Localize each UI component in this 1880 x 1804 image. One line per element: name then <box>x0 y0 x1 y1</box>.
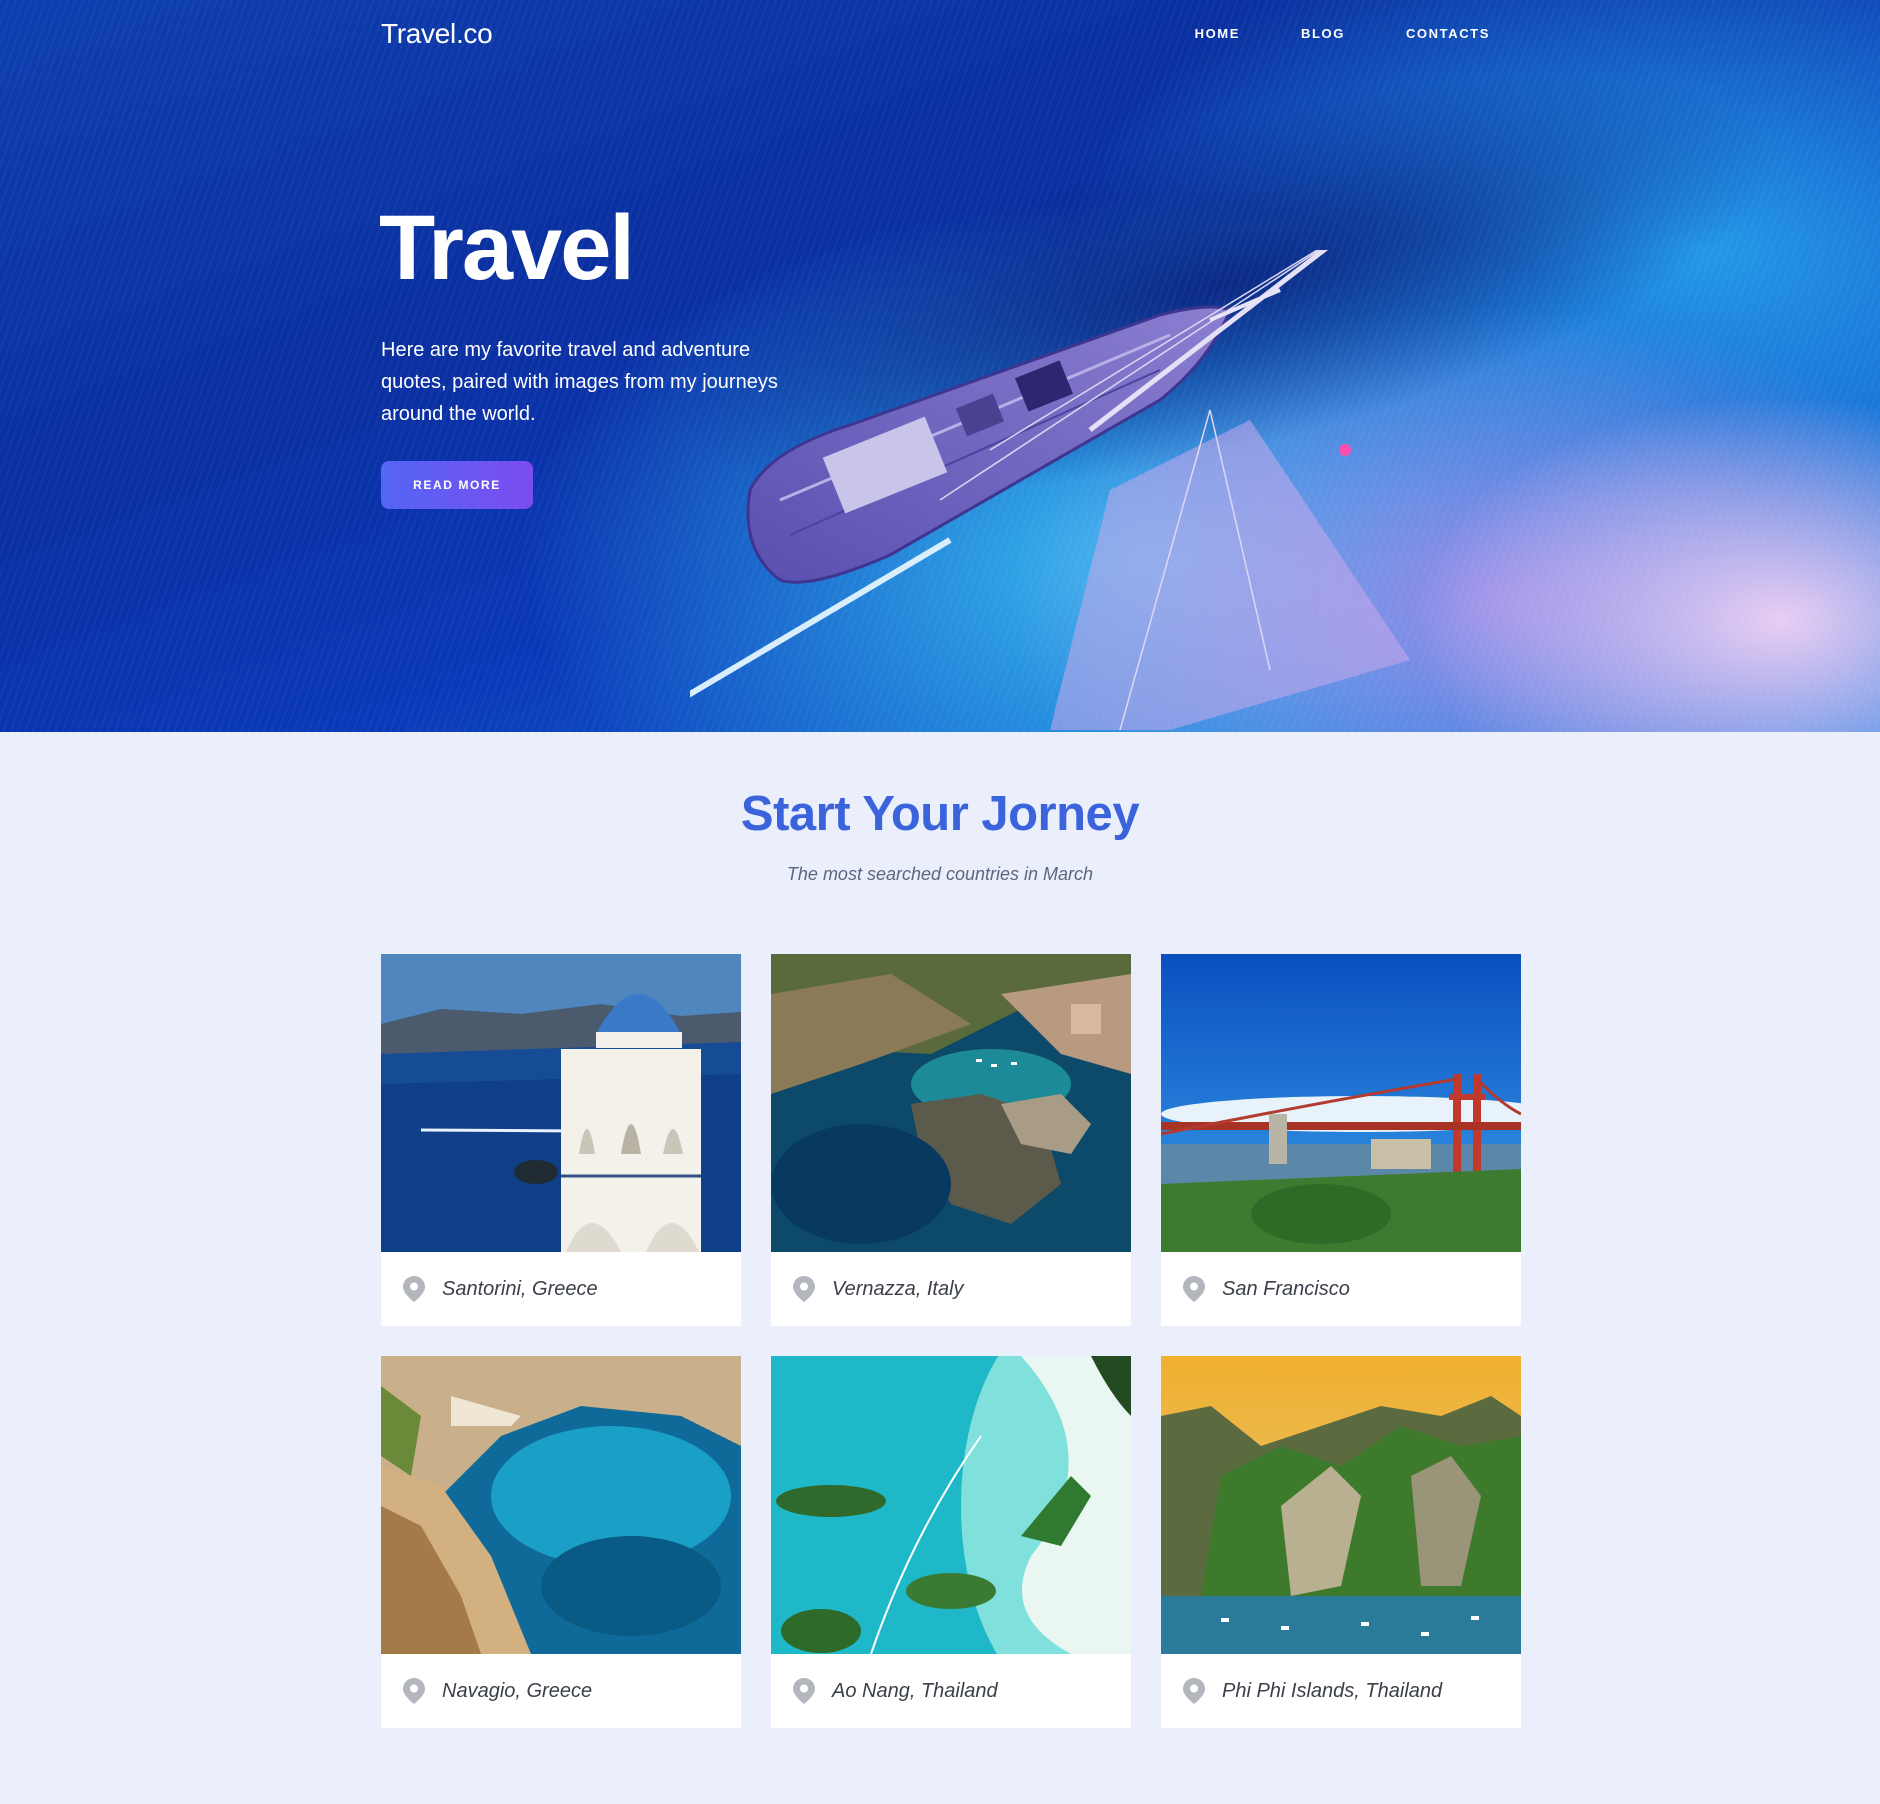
hero-title: Travel <box>379 197 635 299</box>
main-nav: HOME BLOG CONTACTS <box>1195 26 1490 41</box>
location-pin-icon <box>403 1276 425 1302</box>
destination-name: Santorini, Greece <box>442 1277 598 1300</box>
hero-banner: Travel.co HOME BLOG CONTACTS Travel Here… <box>0 0 1880 732</box>
destination-card-vernazza[interactable]: Vernazza, Italy <box>771 954 1131 1326</box>
boat-image <box>690 250 1410 730</box>
destination-name: Phi Phi Islands, Thailand <box>1222 1679 1443 1702</box>
destination-card-san-francisco[interactable]: San Francisco <box>1161 954 1521 1326</box>
location-pin-icon <box>793 1678 815 1704</box>
destination-photo <box>381 954 741 1252</box>
location-pin-icon <box>1183 1276 1205 1302</box>
nav-blog-link[interactable]: BLOG <box>1301 26 1345 41</box>
destination-photo <box>771 1356 1131 1654</box>
destination-photo <box>771 954 1131 1252</box>
brand-logo[interactable]: Travel.co <box>381 18 493 50</box>
nav-home-link[interactable]: HOME <box>1195 26 1240 41</box>
section-subtitle: The most searched countries in March <box>786 864 1094 884</box>
nav-contacts-link[interactable]: CONTACTS <box>1406 26 1490 41</box>
destination-photo <box>381 1356 741 1654</box>
destination-card-navagio[interactable]: Navagio, Greece <box>381 1356 741 1728</box>
section-title: Start Your Jorney <box>740 787 1140 841</box>
destination-name: Ao Nang, Thailand <box>832 1679 998 1702</box>
location-pin-icon <box>1183 1678 1205 1704</box>
destination-name: San Francisco <box>1222 1277 1350 1300</box>
destination-photo <box>1161 1356 1521 1654</box>
destination-card-santorini[interactable]: Santorini, Greece <box>381 954 741 1326</box>
destination-card-ao-nang[interactable]: Ao Nang, Thailand <box>771 1356 1131 1728</box>
destination-card-phi-phi-islands[interactable]: Phi Phi Islands, Thailand <box>1161 1356 1521 1728</box>
destination-name: Navagio, Greece <box>442 1679 593 1702</box>
read-more-button[interactable]: READ MORE <box>381 461 533 509</box>
location-pin-icon <box>793 1276 815 1302</box>
destination-photo <box>1161 954 1521 1252</box>
hero-description: Here are my favorite travel and adventur… <box>381 339 778 425</box>
destination-name: Vernazza, Italy <box>832 1277 964 1300</box>
location-pin-icon <box>403 1678 425 1704</box>
